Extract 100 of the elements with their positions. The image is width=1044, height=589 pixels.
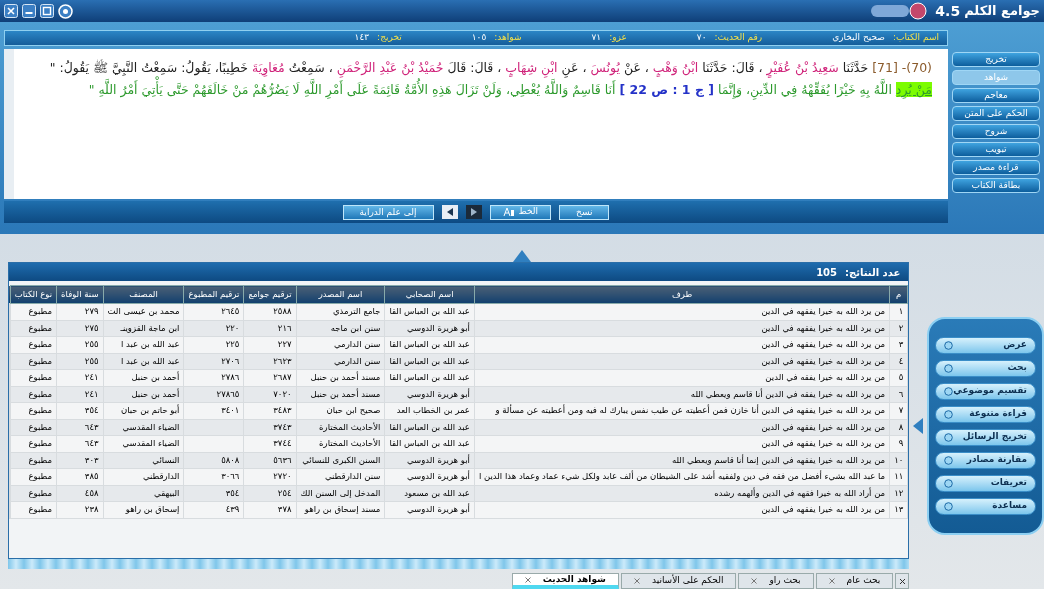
table-cell: عبد الله بن عبد ا: [103, 336, 184, 353]
toolbar-button[interactable]: إلى علم الدراية: [342, 204, 434, 220]
table-cell: ٣٠٦٦: [184, 468, 244, 485]
side-button[interactable]: الحكم على المتن: [952, 106, 1040, 121]
table-cell: ٧: [889, 402, 908, 419]
app-version: 4.5: [935, 1, 961, 21]
side-button[interactable]: شروح: [952, 124, 1040, 139]
minimize-icon[interactable]: [22, 4, 36, 18]
table-cell: ١٠: [889, 452, 908, 469]
table-cell: ٣٥٤: [184, 485, 244, 502]
table-cell: النسائي: [103, 452, 184, 469]
column-header[interactable]: سنة الوفاة: [56, 285, 103, 304]
column-header[interactable]: طرف: [474, 285, 890, 304]
table-cell: ٢٦٤٥: [184, 303, 244, 320]
table-cell: مطبوع: [10, 402, 57, 419]
nav-item[interactable]: عرض: [935, 336, 1036, 354]
table-cell: ٢٧٩: [56, 303, 103, 320]
column-header[interactable]: نوع الكتاب: [10, 285, 57, 304]
maximize-icon[interactable]: [40, 4, 54, 18]
nav-item[interactable]: مساعدة: [935, 497, 1036, 515]
table-cell: مطبوع: [10, 320, 57, 337]
table-cell: ٨: [889, 419, 908, 436]
tab[interactable]: بحث عام: [815, 573, 894, 589]
table-cell: ٢: [889, 320, 908, 337]
table-cell: ٣٠٣: [56, 452, 103, 469]
table-cell: ٢٣٨: [56, 501, 103, 518]
close-icon[interactable]: [828, 578, 835, 584]
table-cell: مطبوع: [10, 353, 57, 370]
table-cell: مطبوع: [10, 336, 57, 353]
table-cell: ٢٢٧: [243, 336, 297, 353]
table-cell: ابن ماجة القزوينـ: [103, 320, 184, 337]
tab[interactable]: بحث راو: [738, 573, 814, 589]
bullet-icon: [944, 478, 954, 488]
close-icon[interactable]: [751, 578, 758, 584]
table-cell: ٢٦٨٧: [243, 369, 297, 386]
table-cell: ٩: [889, 435, 908, 452]
table-cell: مطبوع: [10, 419, 57, 436]
nav-item[interactable]: مقارنة مصادر: [935, 451, 1036, 469]
close-icon[interactable]: [633, 578, 640, 584]
table-cell: ٢٧٠٦: [184, 353, 244, 370]
close-tabs-button[interactable]: [895, 573, 910, 589]
side-button[interactable]: تبويب: [952, 142, 1040, 157]
side-button[interactable]: معاجم: [952, 88, 1040, 103]
table-cell: الأحاديث المختارة: [296, 419, 385, 436]
table-cell: ٢٢٠: [184, 320, 244, 337]
table-cell: عمر بن الخطاب العد: [384, 402, 475, 419]
nav-item[interactable]: قراءة متنوعة: [935, 405, 1036, 423]
close-icon[interactable]: [524, 576, 531, 583]
table-cell: ٣٤٠١: [184, 402, 244, 419]
nav-item[interactable]: تقسيم موضوعي: [935, 382, 1036, 400]
table-cell: مطبوع: [10, 468, 57, 485]
tab[interactable]: شواهد الحديث: [511, 573, 619, 589]
table-cell: عبد الله بن العباس القا: [384, 336, 475, 353]
nav-item[interactable]: بحث: [935, 359, 1036, 377]
side-button[interactable]: بطاقة الكتاب: [952, 178, 1040, 193]
table-cell: ٢٦٢٣: [243, 353, 297, 370]
table-cell: من يرد الله به خيرا يفقه في الدين: [474, 369, 890, 386]
table-cell: مطبوع: [10, 485, 57, 502]
table-cell: أبو هريرة الدوسي: [384, 386, 475, 403]
table-cell: المدخل إلى السنن الك: [296, 485, 385, 502]
table-cell: الدارقطني: [103, 468, 184, 485]
toolbar-button[interactable]: نسخ: [559, 204, 610, 220]
collapse-arrow-icon[interactable]: [513, 250, 531, 262]
bullet-icon: [944, 455, 954, 465]
table-cell: من يرد الله به خيرا يفقهه في الدين: [474, 419, 890, 436]
table-cell: عبد الله بن عبد ا: [103, 353, 184, 370]
table-cell: صحيح ابن حبان: [296, 402, 385, 419]
next-icon[interactable]: [465, 205, 482, 219]
table-cell: ٢١٦: [243, 320, 297, 337]
column-header[interactable]: ترقيم جوامع: [243, 285, 297, 304]
table-cell: مطبوع: [10, 369, 57, 386]
table-cell: أبو هريرة الدوسي: [384, 501, 475, 518]
column-header[interactable]: ترقيم المطبوع: [184, 285, 244, 304]
table-cell: ٥٦٣٦: [243, 452, 297, 469]
column-header[interactable]: م: [889, 285, 908, 304]
table-cell: ٦٤٣: [56, 419, 103, 436]
table-cell: من يرد الله به خيرا يفقهه في الدين: [474, 353, 890, 370]
side-button[interactable]: تخريج: [952, 52, 1040, 67]
tab[interactable]: الحكم على الأسانيد: [620, 573, 737, 589]
table-cell: من يرد الله به خيرا يفقهه في الدين: [474, 435, 890, 452]
table-cell: الضياء المقدسي: [103, 435, 184, 452]
table-cell: ٢٤١: [56, 386, 103, 403]
bullet-icon: [944, 409, 954, 419]
table-cell: ١: [889, 303, 908, 320]
nav-item[interactable]: تعريفات: [935, 474, 1036, 492]
info-value: ٧٠: [696, 31, 707, 45]
table-cell: ٢٥٥: [56, 336, 103, 353]
column-header[interactable]: المصنف: [103, 285, 184, 304]
table-cell: مطبوع: [10, 452, 57, 469]
previous-icon[interactable]: [441, 205, 458, 219]
column-header[interactable]: اسم الصحابي: [384, 285, 475, 304]
bullet-icon: [944, 432, 954, 442]
table-cell: مطبوع: [10, 501, 57, 518]
info-label: عزو:: [609, 31, 627, 45]
table-cell: ٢٥٨٨: [243, 303, 297, 320]
table-cell: ٣٧٨: [243, 501, 297, 518]
column-header[interactable]: اسم المصدر: [296, 285, 385, 304]
side-button[interactable]: قراءة مصدر: [952, 160, 1040, 175]
table-cell: ٣٨٥: [56, 468, 103, 485]
nav-item[interactable]: تخريج الرسائل: [935, 428, 1036, 446]
